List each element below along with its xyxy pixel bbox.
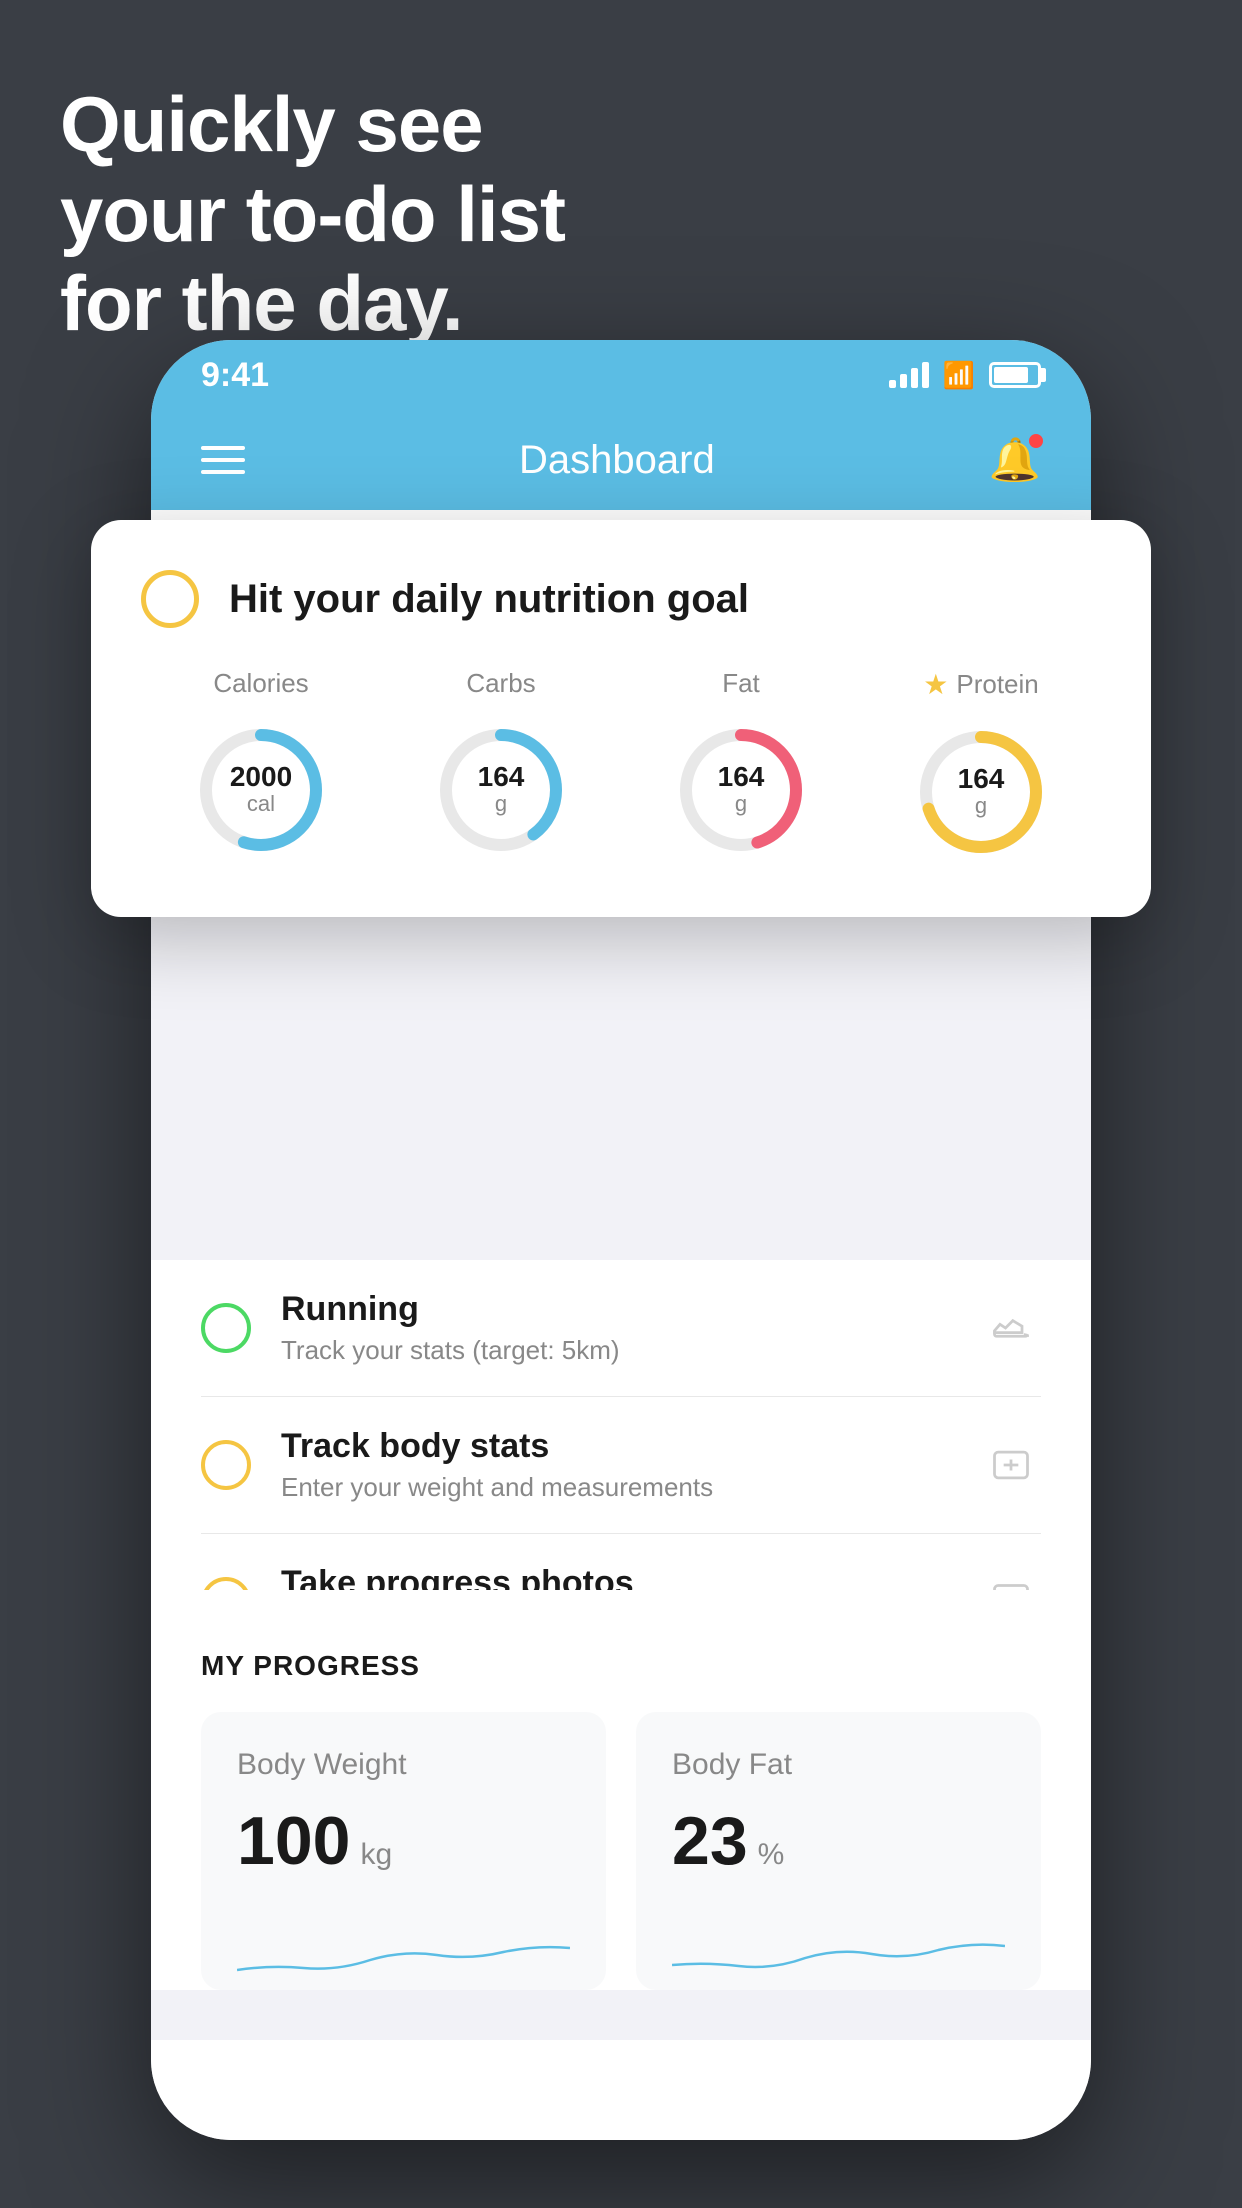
bottom-safe-area: [151, 2040, 1091, 2140]
star-icon: ★: [923, 668, 948, 701]
nutrition-protein: ★ Protein 164 g: [906, 668, 1056, 867]
progress-section: MY PROGRESS Body Weight 100 kg Body Fat …: [151, 1590, 1091, 1990]
protein-label: Protein: [956, 669, 1038, 700]
hero-text: Quickly see your to-do list for the day.: [60, 80, 565, 349]
nutrition-fat: Fat 164 g: [666, 668, 816, 865]
carbs-label: Carbs: [466, 668, 535, 699]
menu-button[interactable]: [201, 446, 245, 474]
todo-title-body-stats: Track body stats: [281, 1427, 951, 1466]
protein-value: 164: [958, 765, 1005, 793]
notification-bell-button[interactable]: 🔔: [989, 436, 1041, 485]
protein-donut: 164 g: [906, 717, 1056, 867]
calories-value: 2000: [230, 763, 292, 791]
progress-section-title: MY PROGRESS: [201, 1650, 1041, 1682]
body-weight-chart: [237, 1910, 570, 1990]
battery-icon: [989, 362, 1041, 388]
calories-label: Calories: [213, 668, 308, 699]
notification-dot: [1027, 432, 1045, 450]
nutrition-carbs: Carbs 164 g: [426, 668, 576, 865]
body-weight-label: Body Weight: [237, 1748, 570, 1782]
fat-unit: g: [718, 791, 765, 817]
hero-line-2: your to-do list: [60, 170, 565, 260]
fat-value: 164: [718, 763, 765, 791]
body-weight-value: 100: [237, 1802, 350, 1880]
app-bar: Dashboard 🔔: [151, 410, 1091, 510]
todo-circle-running: [201, 1303, 251, 1353]
scale-icon: [981, 1435, 1041, 1495]
wifi-icon: 📶: [943, 360, 975, 391]
fat-label: Fat: [722, 668, 760, 699]
card-title: Hit your daily nutrition goal: [229, 577, 749, 622]
shoe-icon: [981, 1298, 1041, 1358]
todo-subtitle-running: Track your stats (target: 5km): [281, 1335, 951, 1366]
carbs-donut: 164 g: [426, 715, 576, 865]
nutrition-calories: Calories 2000 cal: [186, 668, 336, 865]
status-icons: 📶: [889, 360, 1041, 391]
status-bar: 9:41 📶: [151, 340, 1091, 410]
signal-icon: [889, 362, 929, 388]
todo-item-body-stats[interactable]: Track body stats Enter your weight and m…: [201, 1397, 1041, 1534]
card-header: Hit your daily nutrition goal: [141, 570, 1101, 628]
carbs-value: 164: [478, 763, 525, 791]
progress-grid: Body Weight 100 kg Body Fat 23 %: [201, 1712, 1041, 1990]
body-fat-chart: [672, 1910, 1005, 1990]
status-time: 9:41: [201, 356, 269, 395]
todo-title-running: Running: [281, 1290, 951, 1329]
body-fat-card[interactable]: Body Fat 23 %: [636, 1712, 1041, 1990]
app-title: Dashboard: [519, 438, 715, 483]
todo-item-running[interactable]: Running Track your stats (target: 5km): [201, 1260, 1041, 1397]
todo-circle-body-stats: [201, 1440, 251, 1490]
calories-donut: 2000 cal: [186, 715, 336, 865]
body-weight-unit: kg: [360, 1838, 392, 1872]
calories-unit: cal: [230, 791, 292, 817]
body-weight-card[interactable]: Body Weight 100 kg: [201, 1712, 606, 1990]
hero-line-3: for the day.: [60, 259, 565, 349]
carbs-unit: g: [478, 791, 525, 817]
protein-unit: g: [958, 793, 1005, 819]
card-check-circle: [141, 570, 199, 628]
hero-line-1: Quickly see: [60, 80, 565, 170]
body-fat-value: 23: [672, 1802, 748, 1880]
nutrition-card: Hit your daily nutrition goal Calories 2…: [91, 520, 1151, 917]
todo-subtitle-body-stats: Enter your weight and measurements: [281, 1472, 951, 1503]
nutrition-grid: Calories 2000 cal Carbs: [141, 668, 1101, 867]
fat-donut: 164 g: [666, 715, 816, 865]
body-fat-label: Body Fat: [672, 1748, 1005, 1782]
body-fat-unit: %: [758, 1838, 785, 1872]
